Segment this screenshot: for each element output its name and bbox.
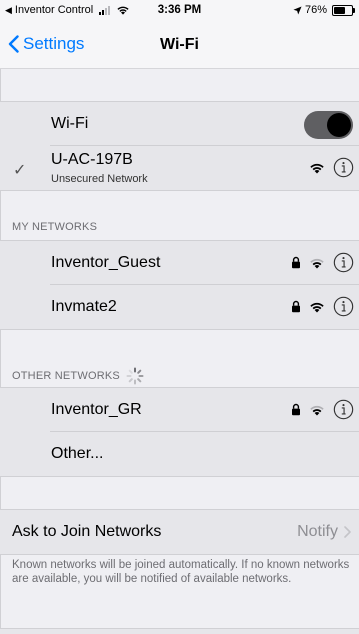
wifi-signal-icon: [310, 163, 324, 173]
network-icons: [291, 296, 354, 317]
network-name: Invmate2: [51, 298, 117, 315]
wifi-signal-icon: [310, 302, 324, 312]
connected-network-icons: [309, 157, 354, 178]
lock-icon: [292, 300, 300, 313]
ask-to-join-value-text: Notify: [297, 523, 338, 540]
connected-network-name: U-AC-197B: [51, 151, 133, 168]
next-group-edge: [0, 628, 359, 634]
wifi-toggle-switch[interactable]: [304, 111, 353, 139]
connected-network-row[interactable]: ✓ U-AC-197B Unsecured Network: [0, 146, 359, 190]
ask-to-join-description: Known networks will be joined automatica…: [12, 559, 350, 585]
wifi-group: Wi-Fi ✓ U-AC-197B Unsecured Network: [0, 101, 359, 191]
wifi-toggle-label: Wi-Fi: [51, 115, 89, 132]
wifi-signal-icon: [310, 405, 324, 415]
wifi-signal-icon: [310, 258, 324, 268]
lock-icon: [292, 256, 300, 269]
network-row[interactable]: Inventor_Guest: [0, 241, 359, 285]
other-networks-header: OTHER NETWORKS: [12, 367, 144, 385]
page-title: Wi-Fi: [160, 36, 199, 53]
network-icons: [291, 252, 354, 273]
chevron-right-icon: [344, 526, 351, 538]
info-icon[interactable]: [333, 157, 354, 178]
other-networks-header-label: OTHER NETWORKS: [12, 370, 120, 382]
network-name: Inventor_GR: [51, 401, 142, 418]
ask-to-join-group: Ask to Join Networks Notify: [0, 509, 359, 555]
ask-to-join-label: Ask to Join Networks: [12, 523, 162, 540]
status-bar: ◀ Inventor Control 3:36 PM 76%: [0, 0, 359, 22]
info-icon[interactable]: [333, 252, 354, 273]
toggle-knob: [327, 113, 351, 137]
info-icon[interactable]: [333, 296, 354, 317]
navigation-bar: Settings Wi-Fi: [0, 22, 359, 69]
location-arrow-icon: [293, 5, 302, 15]
battery-percent: 76%: [304, 4, 327, 16]
ask-to-join-value: Notify: [297, 523, 351, 541]
info-icon[interactable]: [333, 399, 354, 420]
my-networks-header-label: MY NETWORKS: [12, 221, 98, 233]
network-row[interactable]: Invmate2: [0, 285, 359, 329]
loading-spinner-icon: [126, 367, 144, 385]
lock-icon: [292, 403, 300, 416]
network-icons: [291, 399, 354, 420]
other-networks-group: Inventor_GR Other...: [0, 387, 359, 477]
network-row[interactable]: Inventor_GR: [0, 388, 359, 432]
network-name: Inventor_Guest: [51, 254, 161, 271]
wifi-toggle-row: Wi-Fi: [0, 102, 359, 146]
other-network-row[interactable]: Other...: [0, 432, 359, 476]
my-networks-header: MY NETWORKS: [12, 221, 97, 233]
status-right: 76%: [293, 4, 355, 16]
connected-network-security: Unsecured Network: [51, 173, 148, 185]
other-network-label: Other...: [51, 445, 104, 462]
checkmark-icon: ✓: [13, 162, 27, 179]
wifi-settings-screen: ◀ Inventor Control 3:36 PM 76% Settings …: [0, 0, 359, 634]
ask-to-join-row[interactable]: Ask to Join Networks Notify: [0, 510, 359, 554]
battery-icon: [332, 4, 355, 16]
my-networks-group: Inventor_Guest Invmate2: [0, 240, 359, 330]
